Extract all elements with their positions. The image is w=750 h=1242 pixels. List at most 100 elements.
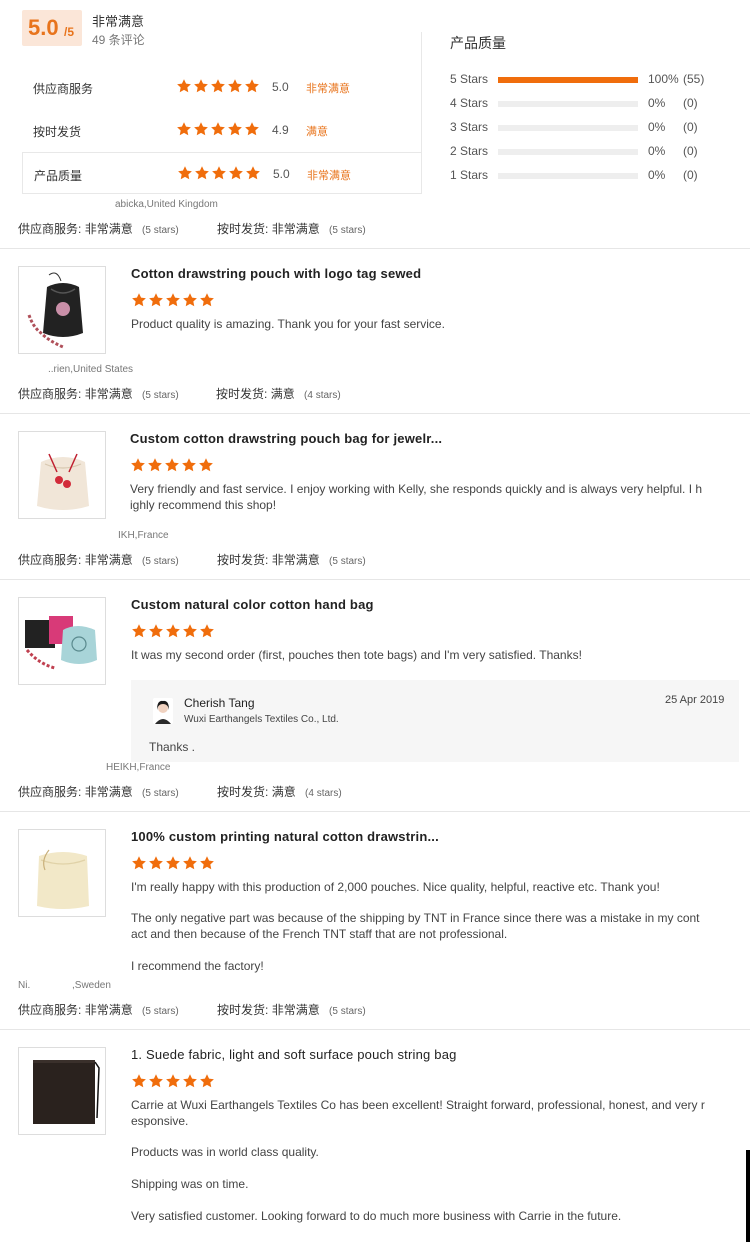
pouch-image <box>19 432 105 518</box>
review-ratings-shipping: 按时发货: 满意 (4 stars) <box>217 783 342 800</box>
shipping-stars: (5 stars) <box>329 225 366 236</box>
rating-metrics: 供应商服务 5.0 非常满意 按时发货 4.9 满意 产品质量 5.0 非常满意 <box>22 66 422 196</box>
product-title[interactable]: 100% custom printing natural cotton draw… <box>131 829 439 844</box>
star-icon <box>244 78 260 94</box>
star-icon <box>193 78 209 94</box>
review-text: Products was in world class quality. <box>131 1145 319 1159</box>
review-ratings-shipping: 按时发货: 非常满意 (5 stars) <box>217 1001 366 1018</box>
service-rating: 非常满意 <box>84 222 133 236</box>
review-text: Shipping was on time. <box>131 1177 249 1191</box>
distribution-label: 1 Stars <box>450 168 489 182</box>
product-thumbnail[interactable] <box>18 597 106 685</box>
review-ratings: 供应商服务: 非常满意 (5 stars) <box>18 1001 179 1018</box>
shipping-label: 按时发货: <box>217 1003 269 1017</box>
metric-label: 产品质量 <box>34 169 83 183</box>
review-stars <box>130 457 214 473</box>
star-icon <box>245 165 261 181</box>
reviewer-name: HEIKH,France <box>106 762 171 773</box>
star-icon <box>244 121 260 137</box>
review-ratings-shipping: 按时发货: 满意 (4 stars) <box>216 385 341 402</box>
metric-text: 非常满意 <box>307 170 351 182</box>
star-icon <box>131 1073 147 1089</box>
metric-value: 4.9 <box>272 123 289 137</box>
metric-row-service: 供应商服务 5.0 非常满意 <box>22 66 422 108</box>
review-text-line: ighly recommend this shop! <box>130 498 277 512</box>
review-divider <box>0 579 750 580</box>
distribution-count: (0) <box>683 168 698 182</box>
review-text: It was my second order (first, pouches t… <box>131 648 582 662</box>
star-icon <box>165 292 181 308</box>
shipping-label: 按时发货: <box>217 785 269 799</box>
person-avatar-image <box>153 698 173 724</box>
distribution-count: (0) <box>683 144 698 158</box>
metric-stars <box>176 78 260 94</box>
star-icon <box>148 292 164 308</box>
product-title[interactable]: Cotton drawstring pouch with logo tag se… <box>131 266 421 281</box>
star-icon <box>182 292 198 308</box>
product-thumbnail[interactable] <box>18 431 106 519</box>
star-icon <box>131 292 147 308</box>
shipping-rating: 非常满意 <box>271 222 320 236</box>
distribution-label: 2 Stars <box>450 144 489 158</box>
metric-text: 非常满意 <box>306 83 350 95</box>
review-text: Product quality is amazing. Thank you fo… <box>131 317 445 331</box>
service-rating: 非常满意 <box>84 387 133 401</box>
shipping-label: 按时发货: <box>217 553 269 567</box>
service-label: 供应商服务: <box>18 553 82 567</box>
review-text: Carrie at Wuxi Earthangels Textiles Co h… <box>131 1097 706 1129</box>
metric-value: 5.0 <box>272 80 289 94</box>
star-icon <box>148 623 164 639</box>
product-thumbnail[interactable] <box>18 1047 106 1135</box>
star-icon <box>176 78 192 94</box>
distribution-track <box>498 149 638 155</box>
review-ratings-shipping: 按时发货: 非常满意 (5 stars) <box>217 220 366 237</box>
review-text: I'm really happy with this production of… <box>131 880 660 894</box>
distribution-percent: 0% <box>648 96 666 110</box>
service-stars: (5 stars) <box>142 390 179 401</box>
star-icon <box>199 292 215 308</box>
distribution-percent: 100% <box>648 72 679 86</box>
metric-row-quality[interactable]: 产品质量 5.0 非常满意 <box>22 152 422 194</box>
shipping-stars: (4 stars) <box>305 788 342 799</box>
product-title[interactable]: Custom cotton drawstring pouch bag for j… <box>130 431 442 446</box>
pouch-image <box>19 267 105 353</box>
star-icon <box>199 623 215 639</box>
service-stars: (5 stars) <box>142 1006 179 1017</box>
review-text: Very satisfied customer. Looking forward… <box>131 1209 622 1223</box>
star-icon <box>199 855 215 871</box>
product-title[interactable]: 1. Suede fabric, light and soft surface … <box>131 1047 457 1062</box>
service-rating: 非常满意 <box>84 553 133 567</box>
distribution-count: (0) <box>683 96 698 110</box>
shipping-rating: 满意 <box>271 785 296 799</box>
overall-rating-label: 非常满意 <box>92 14 145 29</box>
distribution-fill <box>498 77 638 83</box>
star-icon <box>147 457 163 473</box>
star-icon <box>198 457 214 473</box>
metric-label: 按时发货 <box>33 125 82 139</box>
reply-company: Wuxi Earthangels Textiles Co., Ltd. <box>184 714 339 725</box>
star-icon <box>176 121 192 137</box>
star-icon <box>165 623 181 639</box>
shipping-rating: 非常满意 <box>271 553 320 567</box>
metric-row-shipping: 按时发货 4.9 满意 <box>22 109 422 151</box>
overall-score: 5.0 <box>28 15 59 40</box>
service-label: 供应商服务: <box>18 387 82 401</box>
service-stars: (5 stars) <box>142 556 179 567</box>
shipping-rating: 非常满意 <box>271 1003 320 1017</box>
star-icon <box>228 165 244 181</box>
star-icon <box>182 855 198 871</box>
metric-value: 5.0 <box>273 167 290 181</box>
service-rating: 非常满意 <box>84 1003 133 1017</box>
shipping-rating: 满意 <box>270 387 295 401</box>
overall-score-suffix: /5 <box>64 25 75 39</box>
distribution-count: (0) <box>683 120 698 134</box>
product-title[interactable]: Custom natural color cotton hand bag <box>131 597 374 612</box>
service-label: 供应商服务: <box>18 785 82 799</box>
product-thumbnail[interactable] <box>18 266 106 354</box>
star-icon <box>177 165 193 181</box>
star-icon <box>131 855 147 871</box>
product-thumbnail[interactable] <box>18 829 106 917</box>
review-text: I recommend the factory! <box>131 959 264 973</box>
review-ratings: 供应商服务: 非常满意 (5 stars) <box>18 783 179 800</box>
distribution-row: 4 Stars 0% (0) <box>450 96 710 112</box>
